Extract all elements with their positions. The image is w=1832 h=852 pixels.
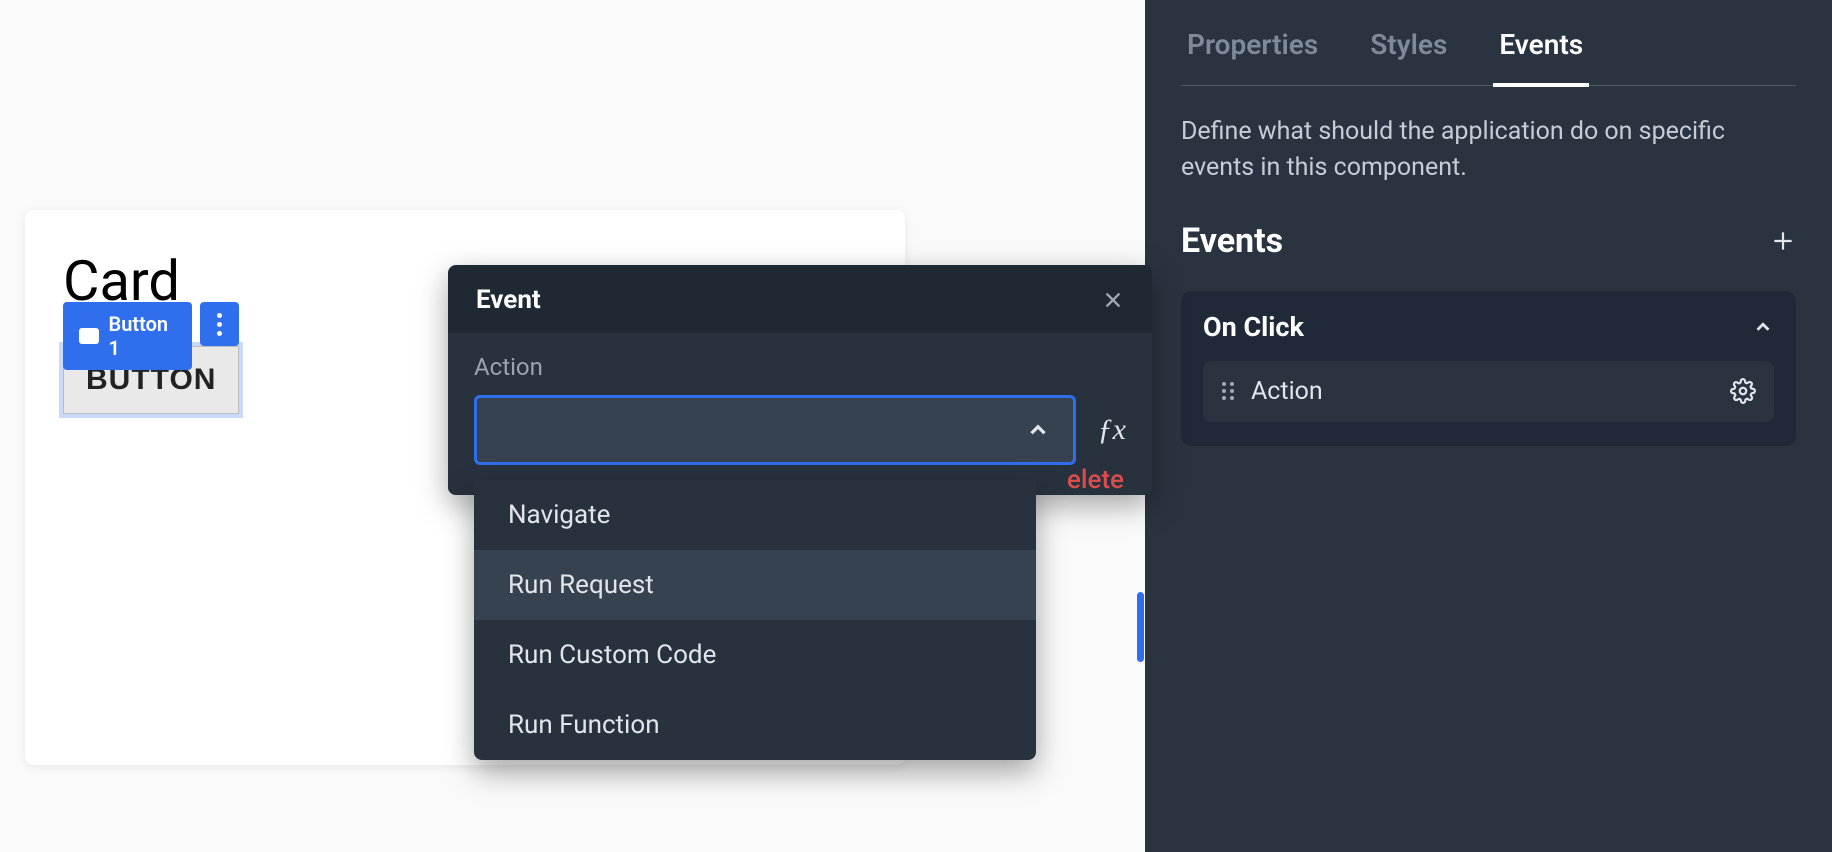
button-type-icon [79, 328, 99, 344]
events-section-header: Events [1181, 221, 1796, 261]
scrollbar-thumb[interactable] [1137, 592, 1144, 662]
events-heading: Events [1181, 221, 1283, 261]
action-select[interactable] [474, 395, 1076, 465]
add-event-button[interactable] [1770, 228, 1796, 254]
popover-body: Action ƒx elete [448, 333, 1152, 495]
event-block-onclick: On Click Action [1181, 291, 1796, 446]
action-field-label: Action [474, 353, 1126, 381]
gear-icon [1730, 378, 1756, 404]
chevron-up-icon [1025, 417, 1051, 443]
popover-title: Event [476, 285, 541, 315]
tab-properties[interactable]: Properties [1181, 14, 1324, 85]
event-popover: Event Action ƒx elete [448, 265, 1152, 495]
delete-button-partial[interactable]: elete [1067, 465, 1124, 495]
action-row-label: Action [1251, 377, 1323, 406]
action-row-left: Action [1221, 377, 1323, 406]
tab-styles[interactable]: Styles [1364, 14, 1453, 85]
vertical-dots-icon [217, 313, 222, 336]
component-menu-button[interactable] [200, 302, 240, 346]
action-row[interactable]: Action [1203, 361, 1774, 422]
dropdown-option-run-custom-code[interactable]: Run Custom Code [474, 620, 1036, 690]
collapse-button[interactable] [1752, 316, 1774, 338]
plus-icon [1770, 228, 1796, 254]
event-block-header[interactable]: On Click [1203, 311, 1774, 343]
action-select-row: ƒx [474, 395, 1126, 465]
action-settings-button[interactable] [1730, 378, 1756, 404]
inspector-panel: Properties Styles Events Define what sho… [1145, 0, 1832, 852]
chevron-up-icon [1752, 316, 1774, 338]
dropdown-option-navigate[interactable]: Navigate [474, 480, 1036, 550]
dropdown-option-run-request[interactable]: Run Request [474, 550, 1036, 620]
fx-button[interactable]: ƒx [1098, 413, 1126, 447]
button-component-wrap: Button 1 BUTTON [63, 346, 239, 414]
tab-events[interactable]: Events [1493, 14, 1589, 87]
action-dropdown: Navigate Run Request Run Custom Code Run… [474, 480, 1036, 760]
component-selection-tag: Button 1 [63, 302, 239, 370]
component-label-pill[interactable]: Button 1 [63, 302, 192, 370]
drag-handle-icon[interactable] [1221, 380, 1235, 402]
event-name: On Click [1203, 311, 1304, 343]
dropdown-option-run-function[interactable]: Run Function [474, 690, 1036, 760]
popover-close-button[interactable] [1102, 289, 1124, 311]
component-label-text: Button 1 [109, 312, 176, 360]
panel-tabs: Properties Styles Events [1181, 14, 1796, 86]
events-description: Define what should the application do on… [1181, 114, 1796, 187]
close-icon [1102, 289, 1124, 311]
select-chevron [1025, 417, 1051, 443]
popover-header: Event [448, 265, 1152, 333]
